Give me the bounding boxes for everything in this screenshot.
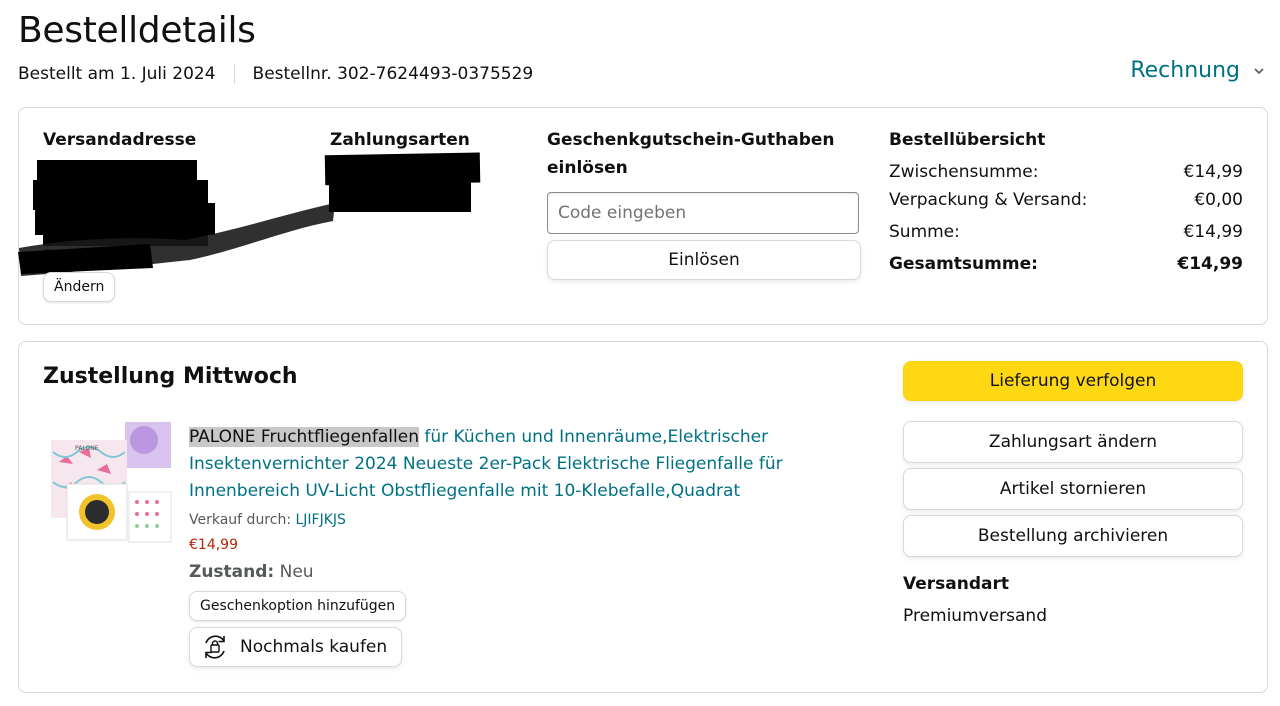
subtotal-label: Zwischensumme: (889, 162, 1039, 182)
order-overview-heading: Bestellübersicht (889, 130, 1046, 150)
condition-line: Zustand: Neu (189, 559, 829, 585)
meta-divider (233, 64, 235, 84)
delivery-box: Zustellung Mittwoch PALONE PALONE Frucht… (18, 341, 1268, 693)
page-title: Bestelldetails (18, 10, 256, 51)
buy-again-icon (205, 635, 225, 659)
gift-card-section: Geschenkgutschein-Guthaben einlösen Einl… (547, 126, 861, 280)
order-details-page: Bestelldetails Bestellt am 1. Juli 2024 … (0, 0, 1280, 706)
total-value: €14,99 (1177, 254, 1243, 274)
sum-label: Summe: (889, 222, 960, 242)
product-title-link[interactable]: PALONE Fruchtfliegenfallen für Küchen un… (189, 424, 829, 505)
summary-row-sum: Summe: €14,99 (889, 218, 1243, 246)
image-logo-text: PALONE (75, 445, 99, 452)
shipping-method-label: Versandart (903, 574, 1009, 594)
redeem-button[interactable]: Einlösen (547, 240, 861, 280)
order-date: Bestellt am 1. Juli 2024 (18, 64, 216, 84)
gift-card-heading: Geschenkgutschein-Guthaben einlösen (547, 130, 835, 178)
order-number: Bestellnr. 302-7624493-0375529 (252, 64, 534, 84)
shipping-value: €0,00 (1194, 190, 1243, 210)
summary-row-subtotal: Zwischensumme: €14,99 (889, 158, 1243, 186)
product-image[interactable]: PALONE (49, 422, 173, 546)
summary-row-total: Gesamtsumme: €14,99 (889, 250, 1243, 278)
product-info: PALONE Fruchtfliegenfallen für Küchen un… (189, 424, 829, 667)
buy-again-label: Nochmals kaufen (240, 637, 388, 657)
change-payment-button[interactable]: Zahlungsart ändern (903, 421, 1243, 463)
summary-rows: Zwischensumme: €14,99 Verpackung & Versa… (889, 158, 1243, 278)
total-label: Gesamtsumme: (889, 254, 1038, 274)
add-gift-option-button[interactable]: Geschenkoption hinzufügen (189, 591, 407, 621)
invoice-dropdown[interactable]: Rechnung (1130, 58, 1266, 83)
change-address-button[interactable]: Ändern (43, 272, 116, 302)
cancel-item-button[interactable]: Artikel stornieren (903, 468, 1243, 510)
shipping-method-value: Premiumversand (903, 606, 1047, 626)
summary-row-shipping: Verpackung & Versand: €0,00 (889, 186, 1243, 214)
invoice-label: Rechnung (1130, 58, 1240, 83)
seller-link[interactable]: LJIFJKJS (296, 512, 346, 528)
subtotal-value: €14,99 (1183, 162, 1243, 182)
condition-value: Neu (279, 562, 314, 582)
order-summary-box: Versandadresse D Zahlungsarten Ändern Ge… (18, 107, 1268, 325)
seller-line: Verkauf durch: LJIFJKJS (189, 509, 829, 531)
shipping-label: Verpackung & Versand: (889, 190, 1088, 210)
condition-label: Zustand: (189, 562, 275, 582)
gift-code-input[interactable] (547, 192, 859, 234)
archive-order-button[interactable]: Bestellung archivieren (903, 515, 1243, 557)
sum-value: €14,99 (1183, 222, 1243, 242)
sold-by-label: Verkauf durch: (189, 512, 292, 528)
product-price: €14,99 (189, 537, 238, 553)
order-overview-section: Bestellübersicht Zwischensumme: €14,99 V… (889, 126, 1243, 278)
track-delivery-button[interactable]: Lieferung verfolgen (903, 361, 1243, 401)
order-meta: Bestellt am 1. Juli 2024 Bestellnr. 302-… (18, 64, 533, 84)
product-title-highlight: PALONE Fruchtfliegenfallen (189, 427, 419, 447)
redaction-overlay (18, 152, 481, 276)
delivery-title: Zustellung Mittwoch (43, 364, 298, 389)
order-actions: Lieferung verfolgen Zahlungsart ändern A… (903, 361, 1243, 629)
buy-again-button[interactable]: Nochmals kaufen (189, 627, 403, 667)
chevron-down-icon (1254, 67, 1264, 74)
